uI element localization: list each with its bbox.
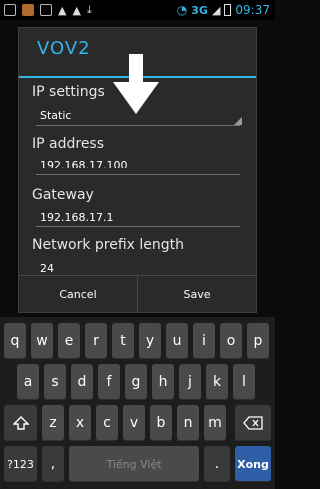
notification-icon — [4, 4, 16, 16]
status-bar: ▲ ▲ ⤓ ◔ 3G ◢ 09:37 — [0, 0, 275, 20]
gateway-underline — [36, 226, 240, 227]
dialog-title: VOV2 — [37, 38, 91, 59]
signal-icon: ◢ — [211, 3, 221, 17]
key-k[interactable]: k — [206, 364, 228, 400]
key-m[interactable]: m — [204, 405, 226, 441]
key-g[interactable]: g — [125, 364, 147, 400]
spinner-arrow-icon — [234, 117, 242, 125]
key-x[interactable]: x — [69, 405, 91, 441]
ip-address-field[interactable]: 192.168.17.100 — [40, 159, 127, 168]
backspace-key[interactable] — [235, 405, 271, 441]
period-key[interactable]: . — [204, 446, 230, 482]
key-z[interactable]: z — [42, 405, 64, 441]
network-type-label: 3G — [191, 3, 208, 17]
shift-key[interactable] — [4, 405, 37, 441]
warning-icon: ▲ — [72, 3, 81, 17]
gateway-field[interactable]: 192.168.17.1 — [40, 211, 113, 224]
space-key[interactable]: Tiếng Việt — [69, 446, 199, 482]
key-o[interactable]: o — [220, 323, 242, 359]
key-n[interactable]: n — [177, 405, 199, 441]
prefix-length-field[interactable]: 24 — [40, 262, 54, 275]
key-a[interactable]: a — [17, 364, 39, 400]
key-y[interactable]: y — [139, 323, 161, 359]
image-icon — [40, 4, 52, 16]
key-i[interactable]: i — [193, 323, 215, 359]
key-w[interactable]: w — [31, 323, 53, 359]
save-button[interactable]: Save — [137, 276, 256, 312]
clock: 09:37 — [235, 3, 270, 17]
done-key[interactable]: Xong — [235, 446, 271, 482]
key-f[interactable]: f — [98, 364, 120, 400]
key-q[interactable]: q — [4, 323, 26, 359]
wifi-icon: ◔ — [176, 3, 188, 17]
download-icon: ⤓ — [86, 3, 92, 16]
key-b[interactable]: b — [150, 405, 172, 441]
soft-keyboard: q w e r t y u i o p a s d f g h j k l z … — [0, 317, 275, 489]
cancel-button[interactable]: Cancel — [19, 276, 137, 312]
symbols-key[interactable]: ?123 — [4, 446, 37, 482]
key-l[interactable]: l — [233, 364, 255, 400]
key-v[interactable]: v — [123, 405, 145, 441]
ip-address-underline — [36, 174, 240, 175]
ip-settings-label: IP settings — [32, 84, 105, 100]
shift-icon — [12, 416, 29, 430]
key-r[interactable]: r — [85, 323, 107, 359]
key-e[interactable]: e — [58, 323, 80, 359]
comma-key[interactable]: , — [42, 446, 64, 482]
system-icons: ◔ 3G ◢ 09:37 — [177, 3, 275, 17]
ip-settings-spinner[interactable]: Static — [40, 109, 71, 122]
key-u[interactable]: u — [166, 323, 188, 359]
photo-icon — [22, 4, 34, 16]
warning-icon: ▲ — [58, 3, 67, 17]
prefix-length-label: Network prefix length — [32, 237, 185, 253]
key-d[interactable]: d — [71, 364, 93, 400]
arrow-down-icon — [113, 54, 159, 114]
battery-icon — [224, 4, 232, 16]
spinner-underline — [36, 125, 240, 126]
gateway-label: Gateway — [32, 187, 94, 203]
key-c[interactable]: c — [96, 405, 118, 441]
dialog-button-bar: Cancel Save — [19, 275, 256, 312]
key-t[interactable]: t — [112, 323, 134, 359]
backspace-icon — [243, 416, 263, 430]
ip-address-label: IP address — [32, 136, 105, 152]
key-j[interactable]: j — [179, 364, 201, 400]
notification-icons: ▲ ▲ ⤓ — [0, 3, 92, 17]
key-h[interactable]: h — [152, 364, 174, 400]
key-p[interactable]: p — [247, 323, 269, 359]
key-s[interactable]: s — [44, 364, 66, 400]
